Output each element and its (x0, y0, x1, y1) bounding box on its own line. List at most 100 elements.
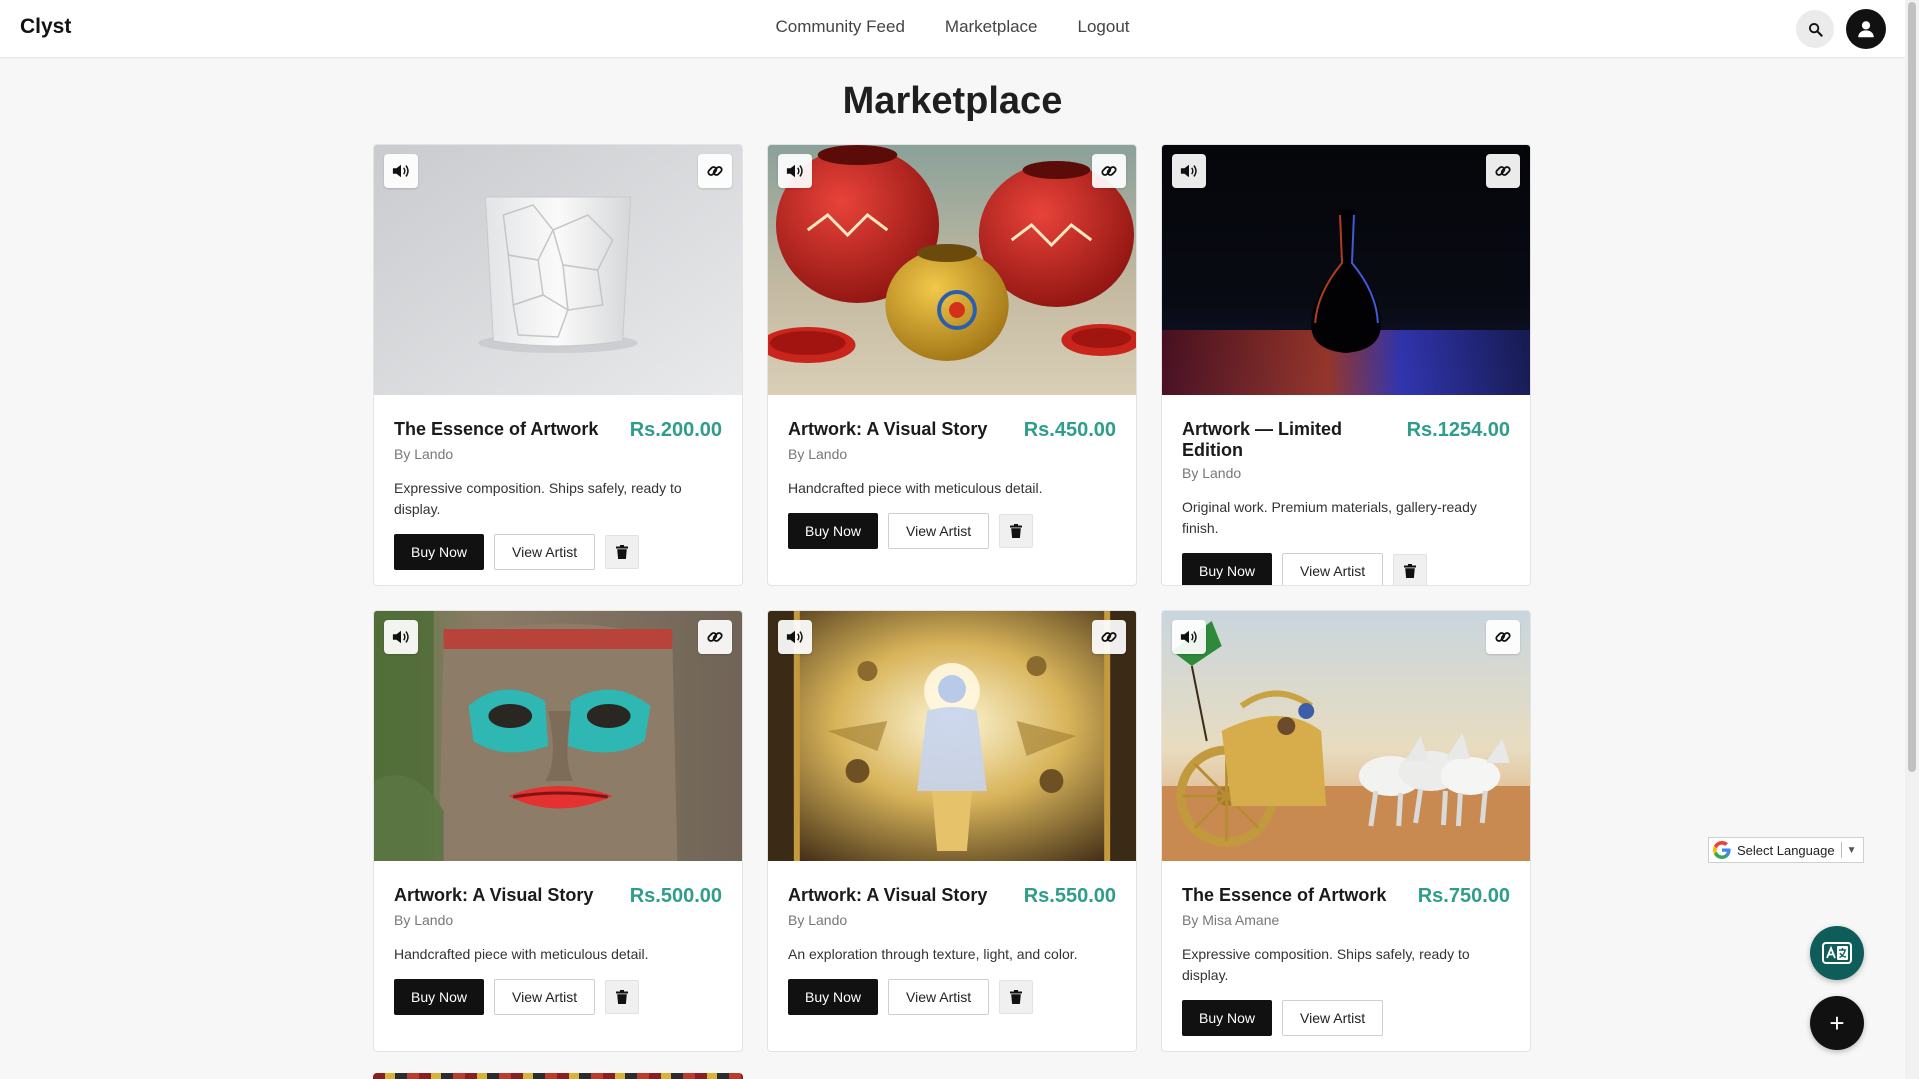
listing-description: Handcrafted piece with meticulous detail… (788, 480, 1043, 496)
nav-link-marketplace[interactable]: Marketplace (945, 17, 1038, 37)
nav-link-community-feed[interactable]: Community Feed (775, 17, 904, 37)
search-icon (1808, 22, 1823, 37)
listing-artist: By Lando (788, 912, 848, 928)
listing-description: Expressive composition. Ships safely, re… (1182, 946, 1470, 983)
audio-button[interactable] (778, 154, 812, 188)
audio-button[interactable] (778, 620, 812, 654)
buy-now-button[interactable]: Buy Now (1182, 553, 1273, 585)
view-artist-button[interactable]: View Artist (1282, 1000, 1384, 1036)
listing-card: Artwork: A Visual Story Rs.500.00 By Lan… (373, 610, 743, 1052)
listing-description: An exploration through texture, light, a… (788, 946, 1078, 962)
totem-face-image (374, 611, 742, 861)
delete-button[interactable] (999, 980, 1034, 1014)
listing-artist: By Lando (1182, 465, 1242, 481)
view-artist-button[interactable]: View Artist (1282, 553, 1384, 585)
speaker-icon (1180, 164, 1197, 178)
listing-image[interactable] (374, 611, 742, 861)
listing-title: Artwork: A Visual Story (788, 885, 988, 905)
audio-button[interactable] (384, 620, 418, 654)
listing-card: Artwork: A Visual Story Rs.550.00 By Lan… (767, 610, 1137, 1052)
page-scrollbar[interactable] (1905, 0, 1919, 1079)
trash-icon (1404, 564, 1417, 578)
trash-icon (616, 990, 629, 1004)
view-artist-button[interactable]: View Artist (888, 513, 990, 549)
link-icon (707, 632, 723, 642)
listing-title: Artwork: A Visual Story (394, 885, 594, 905)
listing-card: The Essence of Artwork Rs.200.00 By Land… (373, 144, 743, 586)
speaker-icon (392, 630, 409, 644)
clay-pots-image (768, 145, 1136, 395)
buy-now-button[interactable]: Buy Now (394, 979, 485, 1015)
search-button[interactable] (1796, 10, 1834, 48)
scrollbar-thumb[interactable] (1908, 2, 1916, 772)
main-nav: Community Feed Marketplace Logout (0, 17, 1905, 37)
dark-vase-image (1162, 145, 1530, 395)
buy-now-button[interactable]: Buy Now (788, 979, 879, 1015)
copy-link-button[interactable] (1486, 620, 1520, 654)
speaker-icon (392, 164, 409, 178)
copy-link-button[interactable] (1486, 154, 1520, 188)
listing-image[interactable] (1162, 611, 1530, 861)
link-icon (1495, 632, 1511, 642)
audio-button[interactable] (1172, 620, 1206, 654)
ceramic-cup-image (374, 145, 742, 395)
trash-icon (1010, 524, 1023, 538)
language-selector[interactable]: Select Language ▼ (1708, 837, 1864, 863)
listing-price: Rs.750.00 (1417, 885, 1510, 907)
listing-price: Rs.500.00 (629, 885, 722, 907)
audio-button[interactable] (1172, 154, 1206, 188)
view-artist-button[interactable]: View Artist (494, 534, 596, 570)
buy-now-button[interactable]: Buy Now (788, 513, 879, 549)
view-artist-button[interactable]: View Artist (888, 979, 990, 1015)
listing-title: Artwork — Limited Edition (1182, 419, 1343, 460)
marketplace-grid: The Essence of Artwork Rs.200.00 By Land… (373, 144, 1532, 1052)
speaker-icon (1180, 630, 1197, 644)
listing-price: Rs.550.00 (1023, 885, 1116, 907)
listing-description: Handcrafted piece with meticulous detail… (394, 946, 649, 962)
listing-image[interactable] (374, 145, 742, 395)
audio-button[interactable] (384, 154, 418, 188)
delete-button[interactable] (999, 514, 1034, 548)
next-row-listing-peek (373, 1073, 743, 1079)
listing-card: Artwork — Limited Edition Rs.1254.00 By … (1161, 144, 1531, 586)
listing-title: The Essence of Artwork (394, 419, 599, 439)
listing-image[interactable] (768, 145, 1136, 395)
listing-title: The Essence of Artwork (1182, 885, 1387, 905)
listing-image[interactable] (768, 611, 1136, 861)
link-icon (707, 166, 723, 176)
trash-icon (616, 545, 629, 559)
listing-price: Rs.1254.00 (1406, 419, 1510, 441)
buy-now-button[interactable]: Buy Now (1182, 1000, 1273, 1036)
delete-button[interactable] (1393, 554, 1428, 585)
copy-link-button[interactable] (698, 620, 732, 654)
page-title: Marketplace (842, 80, 1063, 122)
chariot-image (1162, 611, 1530, 861)
chevron-down-icon: ▼ (1846, 844, 1857, 856)
listing-artist: By Misa Amane (1182, 912, 1280, 928)
nav-link-logout[interactable]: Logout (1078, 17, 1130, 37)
translate-icon (1822, 942, 1852, 964)
language-selector-divider (1840, 842, 1842, 858)
speaker-icon (786, 630, 803, 644)
listing-card: The Essence of Artwork Rs.750.00 By Misa… (1161, 610, 1531, 1052)
translate-fab[interactable] (1810, 926, 1864, 980)
listing-price: Rs.200.00 (629, 419, 722, 441)
listing-description: Expressive composition. Ships safely, re… (394, 480, 682, 517)
account-button[interactable] (1846, 9, 1886, 49)
top-navbar: Clyst Community Feed Marketplace Logout (0, 0, 1905, 58)
delete-button[interactable] (605, 535, 640, 569)
add-listing-fab[interactable]: + (1810, 996, 1864, 1050)
copy-link-button[interactable] (1092, 620, 1126, 654)
copy-link-button[interactable] (1092, 154, 1126, 188)
view-artist-button[interactable]: View Artist (494, 979, 596, 1015)
link-icon (1101, 166, 1117, 176)
link-icon (1101, 632, 1117, 642)
delete-button[interactable] (605, 980, 640, 1014)
user-icon (1858, 21, 1874, 38)
listing-image[interactable] (1162, 145, 1530, 395)
language-selector-label: Select Language (1737, 842, 1835, 858)
google-g-icon (1713, 841, 1731, 859)
link-icon (1495, 166, 1511, 176)
copy-link-button[interactable] (698, 154, 732, 188)
buy-now-button[interactable]: Buy Now (394, 534, 485, 570)
